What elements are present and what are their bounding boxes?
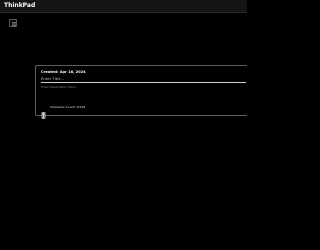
delete-note-button[interactable] <box>41 104 46 119</box>
hamburger-menu-icon <box>12 22 16 26</box>
note-card-footer: Character Count: 0/140 <box>41 104 161 119</box>
note-description-input[interactable] <box>41 84 246 90</box>
note-title-input[interactable] <box>41 76 246 83</box>
menu-button[interactable] <box>9 19 17 27</box>
created-date-label: Created: Apr 16, 2024 <box>41 70 86 74</box>
note-card: Created: Apr 16, 2024 Character Count: 0… <box>35 65 247 119</box>
app-title: ThinkPad <box>4 2 36 9</box>
trash-icon <box>41 112 46 119</box>
character-count: Character Count: 0/140 <box>50 105 86 109</box>
app-header: ThinkPad <box>0 0 247 13</box>
